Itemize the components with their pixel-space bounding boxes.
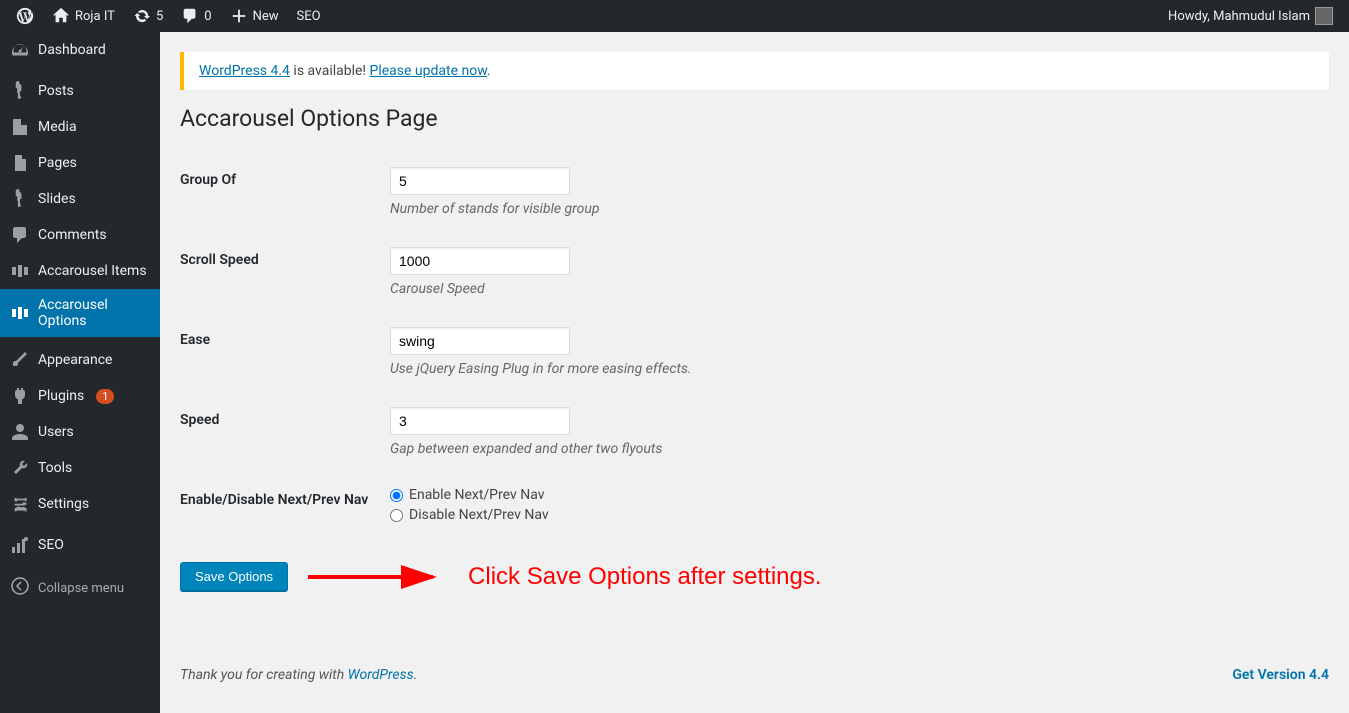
annotation-arrow	[308, 565, 448, 589]
sidebar-item-accarousel-items[interactable]: Accarousel Items	[0, 253, 160, 289]
carousel-icon	[10, 303, 30, 323]
update-icon	[133, 7, 151, 25]
avatar	[1315, 7, 1333, 25]
sidebar-item-label: Posts	[38, 83, 74, 99]
scroll-speed-input[interactable]	[390, 247, 570, 275]
plug-icon	[10, 386, 30, 406]
wordpress-icon	[16, 7, 34, 25]
sidebar-item-plugins[interactable]: Plugins 1	[0, 378, 160, 414]
collapse-menu[interactable]: Collapse menu	[0, 568, 160, 608]
sidebar-item-label: Media	[38, 119, 77, 135]
sidebar-item-tools[interactable]: Tools	[0, 450, 160, 486]
updates-count: 5	[156, 9, 163, 24]
seo-menu[interactable]: SEO	[289, 0, 329, 32]
carousel-icon	[10, 261, 30, 281]
new-label: New	[253, 9, 279, 24]
annotation-text: Click Save Options after settings.	[468, 563, 821, 591]
dashboard-icon	[10, 40, 30, 60]
admin-sidebar: Dashboard Posts Media Pages Slides Comments Ac…	[0, 32, 160, 713]
sidebar-item-media[interactable]: Media	[0, 109, 160, 145]
pin-icon	[10, 81, 30, 101]
wp-logo[interactable]	[8, 0, 42, 32]
pages-icon	[10, 153, 30, 173]
save-options-button[interactable]: Save Options	[180, 562, 288, 591]
get-version-link[interactable]: Get Version 4.4	[1232, 667, 1329, 683]
sidebar-item-accarousel-options[interactable]: Accarousel Options	[0, 289, 160, 337]
scroll-speed-label: Scroll Speed	[180, 232, 380, 312]
home-icon	[52, 7, 70, 25]
sidebar-item-seo[interactable]: SEO	[0, 527, 160, 563]
update-notice: WordPress 4.4 is available! Please updat…	[180, 52, 1329, 90]
comments[interactable]: 0	[173, 0, 219, 32]
site-name-label: Roja IT	[75, 9, 115, 24]
sidebar-item-comments[interactable]: Comments	[0, 217, 160, 253]
my-account[interactable]: Howdy, Mahmudul Islam	[1160, 0, 1341, 32]
group-of-desc: Number of stands for visible group	[390, 201, 1319, 217]
ease-desc: Use jQuery Easing Plug in for more easin…	[390, 361, 1319, 377]
sidebar-item-label: Dashboard	[38, 42, 106, 58]
sidebar-item-pages[interactable]: Pages	[0, 145, 160, 181]
collapse-icon	[10, 576, 30, 600]
nav-disable-label: Disable Next/Prev Nav	[409, 507, 549, 523]
site-name[interactable]: Roja IT	[44, 0, 123, 32]
sidebar-item-label: Users	[38, 424, 74, 440]
ease-label: Ease	[180, 312, 380, 392]
sidebar-item-label: Plugins	[38, 388, 84, 404]
sidebar-item-users[interactable]: Users	[0, 414, 160, 450]
sidebar-item-label: Accarousel Options	[38, 297, 150, 329]
page-title: Accarousel Options Page	[180, 105, 1329, 132]
speed-label: Speed	[180, 392, 380, 472]
sidebar-item-label: Tools	[38, 460, 72, 476]
sidebar-item-label: Pages	[38, 155, 77, 171]
wrench-icon	[10, 458, 30, 478]
ease-input[interactable]	[390, 327, 570, 355]
footer-left: Thank you for creating with WordPress.	[180, 667, 417, 683]
howdy-text: Howdy, Mahmudul Islam	[1168, 9, 1310, 24]
sidebar-item-label: SEO	[38, 537, 64, 553]
settings-icon	[10, 494, 30, 514]
wp-version-link[interactable]: WordPress 4.4	[199, 63, 290, 79]
nav-disable-radio[interactable]	[390, 509, 403, 522]
comments-count: 0	[204, 9, 211, 24]
sidebar-item-settings[interactable]: Settings	[0, 486, 160, 522]
sidebar-item-posts[interactable]: Posts	[0, 73, 160, 109]
nav-enable-label: Enable Next/Prev Nav	[409, 487, 545, 503]
group-of-label: Group Of	[180, 152, 380, 232]
speed-input[interactable]	[390, 407, 570, 435]
speed-desc: Gap between expanded and other two flyou…	[390, 441, 1319, 457]
pin-icon	[10, 189, 30, 209]
footer-wp-link[interactable]: WordPress	[348, 667, 414, 683]
nav-enable-radio[interactable]	[390, 489, 403, 502]
brush-icon	[10, 350, 30, 370]
sidebar-item-label: Slides	[38, 191, 76, 207]
comments-icon	[10, 225, 30, 245]
seo-label: SEO	[297, 9, 321, 24]
badge: 1	[96, 389, 114, 404]
sidebar-item-slides[interactable]: Slides	[0, 181, 160, 217]
sidebar-item-label: Settings	[38, 496, 89, 512]
user-icon	[10, 422, 30, 442]
seo-icon	[10, 535, 30, 555]
plus-icon	[230, 7, 248, 25]
scroll-speed-desc: Carousel Speed	[390, 281, 1319, 297]
comment-icon	[181, 7, 199, 25]
sidebar-item-label: Appearance	[38, 352, 112, 368]
sidebar-item-dashboard[interactable]: Dashboard	[0, 32, 160, 68]
nav-label: Enable/Disable Next/Prev Nav	[180, 472, 380, 542]
update-now-link[interactable]: Please update now	[370, 63, 487, 79]
notice-text: is available!	[290, 63, 370, 79]
sidebar-item-appearance[interactable]: Appearance	[0, 342, 160, 378]
new-content[interactable]: New	[222, 0, 287, 32]
sidebar-item-label: Accarousel Items	[38, 263, 147, 279]
updates[interactable]: 5	[125, 0, 171, 32]
media-icon	[10, 117, 30, 137]
sidebar-item-label: Comments	[38, 227, 107, 243]
group-of-input[interactable]	[390, 167, 570, 195]
